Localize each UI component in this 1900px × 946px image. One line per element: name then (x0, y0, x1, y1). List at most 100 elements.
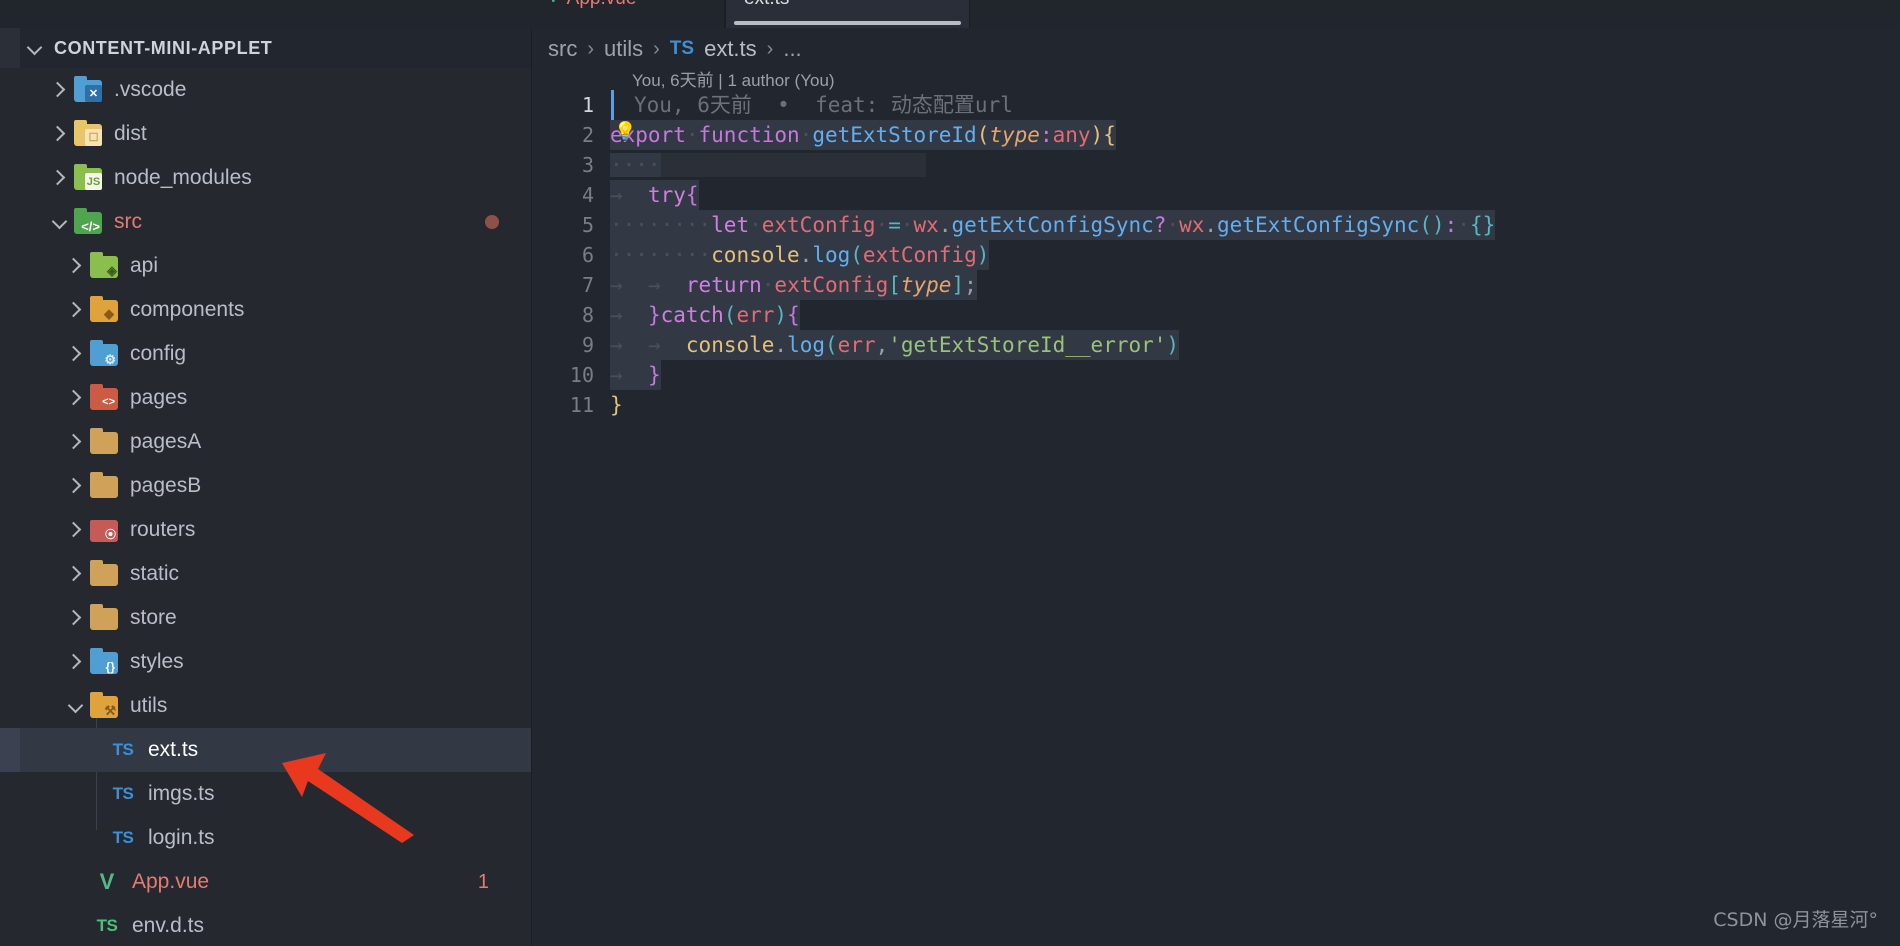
code-line[interactable]: 5 ········let·extConfig·=·wx.getExtConfi… (532, 210, 1900, 240)
chevron-right-icon[interactable] (62, 653, 90, 671)
explorer-sidebar: CONTENT-MINI-APPLET ✕ .vscode ☐ dist JS … (0, 28, 532, 946)
chevron-right-icon[interactable] (62, 565, 90, 583)
folder-routers-icon: ⦿ (90, 517, 120, 543)
breadcrumb-ext-ts[interactable]: ext.ts (704, 36, 757, 62)
chevron-right-icon[interactable] (46, 169, 74, 187)
folder-icon (90, 472, 120, 499)
breadcrumb-src[interactable]: src (548, 36, 577, 62)
breadcrumb-utils[interactable]: utils (604, 36, 643, 62)
tree-item-label: imgs.ts (148, 782, 215, 805)
lightbulb-quickfix-icon[interactable]: 💡 (614, 123, 636, 141)
code-line-text: } (610, 393, 623, 417)
breadcrumb-separator-icon: › (653, 37, 660, 60)
folder-icon (90, 604, 120, 631)
chevron-right-icon[interactable] (62, 609, 90, 627)
tree-item-vscode[interactable]: ✕ .vscode (0, 68, 531, 112)
line-number: 7 (581, 273, 594, 297)
tree-item-api[interactable]: ◈ api (0, 244, 531, 288)
chevron-down-icon[interactable] (46, 213, 74, 231)
tree-item-pagesB[interactable]: pagesB (0, 464, 531, 508)
chevron-right-icon[interactable] (62, 345, 90, 363)
code-editor[interactable]: 1 You, 6天前 • feat: 动态配置url 2 💡 export·fu… (532, 90, 1900, 420)
chevron-right-icon[interactable] (46, 81, 74, 99)
chevron-down-icon[interactable] (62, 697, 90, 715)
typescript-icon: TS (112, 784, 134, 803)
line-number: 5 (581, 213, 594, 237)
tree-item-label: pages (130, 386, 188, 409)
breadcrumb-separator-icon: › (587, 37, 594, 60)
tree-item-label: utils (130, 694, 168, 717)
tree-item-label: node_modules (114, 166, 252, 189)
line-number: 6 (581, 243, 594, 267)
explorer-section-header[interactable]: CONTENT-MINI-APPLET (0, 28, 531, 68)
vue-icon: V (99, 869, 115, 894)
tab-partial[interactable] (0, 0, 530, 28)
code-line-text: → try{ (610, 180, 699, 210)
line-number: 1 (581, 93, 594, 117)
folder-api-icon: ◈ (90, 252, 120, 279)
tree-item-src[interactable]: </> src (0, 200, 531, 244)
tree-item-pagesA[interactable]: pagesA (0, 420, 531, 464)
breadcrumb-overflow[interactable]: ... (783, 36, 801, 62)
tree-item-label: config (130, 342, 187, 365)
code-line[interactable]: 1 You, 6天前 • feat: 动态配置url (532, 90, 1900, 120)
tree-item-label: styles (130, 650, 184, 673)
tree-item-routers[interactable]: ⦿ routers (0, 508, 531, 552)
code-line[interactable]: 3 ···· (532, 150, 1900, 180)
code-line-text: ········let·extConfig·=·wx.getExtConfigS… (610, 210, 1496, 240)
chevron-down-icon[interactable] (26, 39, 44, 57)
tree-item-label: dist (114, 122, 147, 145)
vscode-window: V App.vue ext.ts CONTENT-MINI-APPLET ✕ (0, 0, 1900, 946)
breadcrumb[interactable]: src › utils › TS ext.ts › ... (532, 28, 1900, 70)
code-line[interactable]: 7 → → return·extConfig[type]; (532, 270, 1900, 300)
chevron-right-icon[interactable] (62, 477, 90, 495)
tree-item-store[interactable]: store (0, 596, 531, 640)
tree-item-label: store (130, 606, 177, 629)
tree-item-imgs-ts[interactable]: TS imgs.ts (0, 772, 531, 816)
tree-item-static[interactable]: static (0, 552, 531, 596)
code-line[interactable]: 8 → }catch(err){ (532, 300, 1900, 330)
folder-pages-icon: <> (90, 384, 120, 411)
tree-item-label: routers (130, 518, 196, 541)
vue-icon: V (548, 0, 559, 6)
chevron-right-icon[interactable] (62, 521, 90, 539)
tree-item-components[interactable]: ◆ components (0, 288, 531, 332)
chevron-right-icon[interactable] (62, 389, 90, 407)
tree-item-styles[interactable]: {} styles (0, 640, 531, 684)
tree-item-label: pagesA (130, 430, 202, 453)
line-number: 3 (581, 153, 594, 177)
code-line-text: export·function·getExtStoreId(type:any){ (610, 120, 1116, 150)
code-line[interactable]: 4 → try{ (532, 180, 1900, 210)
chevron-right-icon[interactable] (62, 301, 90, 319)
code-line-text: → → return·extConfig[type]; (610, 270, 977, 300)
code-line[interactable]: 10 → } (532, 360, 1900, 390)
chevron-right-icon[interactable] (46, 125, 74, 143)
tab-ext-ts[interactable]: ext.ts (725, 0, 970, 28)
line-number: 2 (581, 123, 594, 147)
tree-item-label: pagesB (130, 474, 202, 497)
tree-item-utils[interactable]: ⚒ utils (0, 684, 531, 728)
tree-item-dist[interactable]: ☐ dist (0, 112, 531, 156)
typescript-icon: TS (112, 828, 134, 847)
chevron-right-icon[interactable] (62, 433, 90, 451)
tree-item-config[interactable]: ⚙ config (0, 332, 531, 376)
tree-item-login-ts[interactable]: TS login.ts (0, 816, 531, 860)
tree-item-pages[interactable]: <> pages (0, 376, 531, 420)
code-line-text: ···· (610, 150, 927, 180)
chevron-right-icon[interactable] (62, 257, 90, 275)
tree-item-label: components (130, 298, 245, 321)
line-number: 11 (569, 393, 594, 417)
folder-vscode-icon: ✕ (74, 76, 104, 103)
line-number: 4 (581, 183, 594, 207)
line-number: 9 (581, 333, 594, 357)
code-line[interactable]: 2 💡 export·function·getExtStoreId(type:a… (532, 120, 1900, 150)
code-line[interactable]: 9 → → console.log(err,'getExtStoreId__er… (532, 330, 1900, 360)
tab-app-vue[interactable]: V App.vue (530, 0, 725, 28)
tree-item-env-d-ts[interactable]: TS env.d.ts (0, 904, 531, 946)
code-line[interactable]: 6 ········console.log(extConfig) (532, 240, 1900, 270)
tree-item-ext-ts[interactable]: TS ext.ts (0, 728, 531, 772)
modified-indicator-dot (485, 215, 499, 229)
tree-item-app-vue[interactable]: V App.vue 1 (0, 860, 531, 904)
tree-item-node-modules[interactable]: JS node_modules (0, 156, 531, 200)
code-line[interactable]: 11 } (532, 390, 1900, 420)
